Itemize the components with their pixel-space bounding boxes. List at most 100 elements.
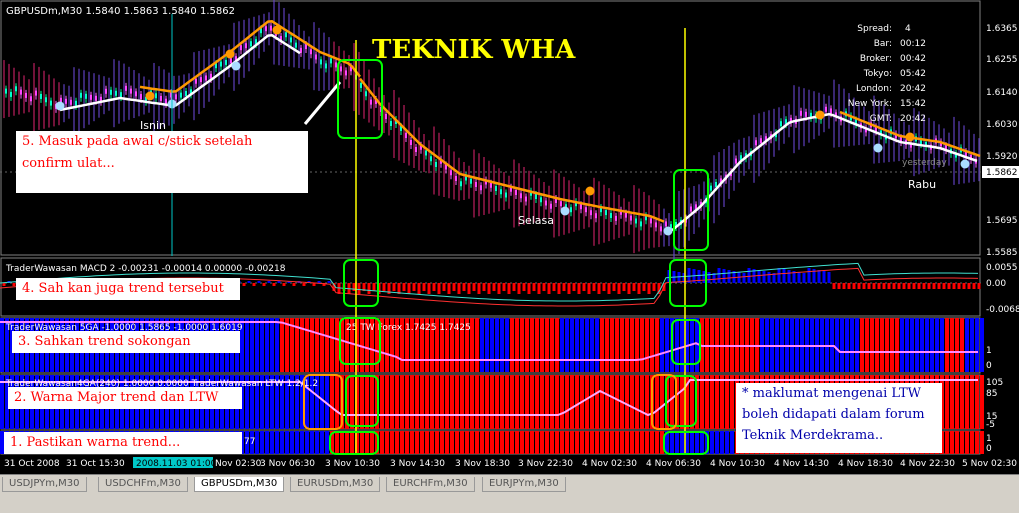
- candle-body: [755, 140, 757, 146]
- sga-block: [590, 318, 594, 372]
- candle-body: [315, 54, 317, 60]
- sga-block: [245, 318, 249, 372]
- headline-text: TEKNIK WHA: [372, 35, 576, 65]
- trend-block: [645, 431, 649, 454]
- chart-window[interactable]: GBPUSDm,M30 1.5840 1.5863 1.5840 1.5862 …: [0, 0, 1019, 513]
- sga-block: [875, 318, 879, 372]
- macd-bar: [942, 283, 946, 289]
- ga4-block: [655, 375, 659, 429]
- trend-block: [525, 431, 529, 454]
- trend-block: [695, 431, 699, 454]
- tab-eurjpym[interactable]: EURJPYm,M30: [482, 477, 566, 492]
- macd-bar: [652, 283, 656, 291]
- sga-block: [320, 318, 324, 372]
- sga-level: 0: [986, 361, 992, 371]
- candle-body: [415, 147, 417, 152]
- day-label-selasa: Selasa: [518, 214, 554, 227]
- macd-bar: [507, 283, 511, 294]
- sga-block: [845, 318, 849, 372]
- sga-block: [325, 318, 329, 372]
- info-label-newyork: New York:: [848, 99, 892, 109]
- sga-block: [950, 318, 954, 372]
- candle-body: [475, 182, 477, 187]
- sga-block: [540, 318, 544, 372]
- sga-block: [330, 318, 334, 372]
- trend-block: [420, 431, 424, 454]
- ga4-block: [635, 375, 639, 429]
- macd-bar: [562, 283, 566, 291]
- tab-usdjpym[interactable]: USDJPYm,M30: [2, 477, 87, 492]
- macd-bar: [862, 283, 866, 289]
- candle-body: [245, 43, 247, 49]
- trend-block: [315, 431, 319, 454]
- tab-usdchfm[interactable]: USDCHFm,M30: [98, 477, 188, 492]
- candle-body: [650, 218, 652, 224]
- trend-block: [320, 431, 324, 454]
- ga4-block: [425, 375, 429, 429]
- ga4-block: [435, 375, 439, 429]
- macd-bar: [592, 283, 596, 291]
- sga-block: [975, 318, 979, 372]
- trend-block: [465, 431, 469, 454]
- current-price-label: 1.5862: [986, 168, 1018, 178]
- ga4-block: [485, 375, 489, 429]
- trend-block: [440, 431, 444, 454]
- trend-block: [380, 431, 384, 454]
- trend-block: [650, 431, 654, 454]
- candle-body: [595, 213, 597, 219]
- tab-eurchfm[interactable]: EURCHFm,M30: [386, 477, 475, 492]
- macd-bar: [902, 283, 906, 289]
- info-label-bar: Bar:: [874, 39, 892, 49]
- sga-level: 1: [986, 346, 992, 356]
- ga4-block: [450, 375, 454, 429]
- candle-body: [310, 49, 312, 55]
- macd-bar: [427, 283, 431, 294]
- candle-body: [580, 204, 582, 210]
- signal-dot: [873, 143, 883, 153]
- macd-level: 0.0055: [986, 263, 1018, 273]
- time-label: 3 Nov 14:30: [390, 459, 445, 469]
- candle-body: [45, 97, 47, 103]
- macd-bar: [582, 283, 586, 291]
- macd-bar: [272, 283, 276, 286]
- candle-body: [425, 150, 427, 156]
- candle-body: [570, 207, 572, 213]
- trend-block: [360, 431, 364, 454]
- candle-body: [195, 78, 197, 84]
- candle-body: [75, 100, 77, 106]
- note-step-2: 2. Warna Major trend dan LTW: [8, 387, 242, 409]
- info-value-spread: 4: [905, 24, 911, 34]
- tab-eurusdm[interactable]: EURUSDm,M30: [290, 477, 381, 492]
- ga4-block: [555, 375, 559, 429]
- macd-bar: [392, 283, 396, 291]
- sga-block: [660, 318, 664, 372]
- sga-block: [485, 318, 489, 372]
- ga4-block: [950, 375, 954, 429]
- info-label-broker: Broker:: [860, 54, 892, 64]
- ga4-block: [720, 375, 724, 429]
- ga4-block: [975, 375, 979, 429]
- sga-block: [605, 318, 609, 372]
- tab-gbpusdm[interactable]: GBPUSDm,M30: [194, 477, 285, 492]
- candle-body: [385, 114, 387, 119]
- ga4-block: [640, 375, 644, 429]
- sga-block: [565, 318, 569, 372]
- trend-block: [950, 431, 954, 454]
- sga-block: [310, 318, 314, 372]
- candle-body: [625, 212, 627, 218]
- candle-body: [630, 215, 632, 221]
- macd-bar: [422, 283, 426, 291]
- macd-bar: [857, 283, 861, 289]
- macd-bar: [487, 283, 491, 294]
- candle-body: [65, 98, 67, 104]
- time-label: 4 Nov 22:30: [900, 459, 955, 469]
- ga4-block: [370, 375, 374, 429]
- sga-block: [520, 318, 524, 372]
- trend-level: 1: [986, 434, 992, 444]
- signal-dot: [560, 206, 570, 216]
- trend-block: [560, 431, 564, 454]
- info-value-tokyo: 05:42: [900, 69, 926, 79]
- trend-block: [720, 431, 724, 454]
- price-label: 1.6255: [986, 55, 1018, 65]
- trend-block: [485, 431, 489, 454]
